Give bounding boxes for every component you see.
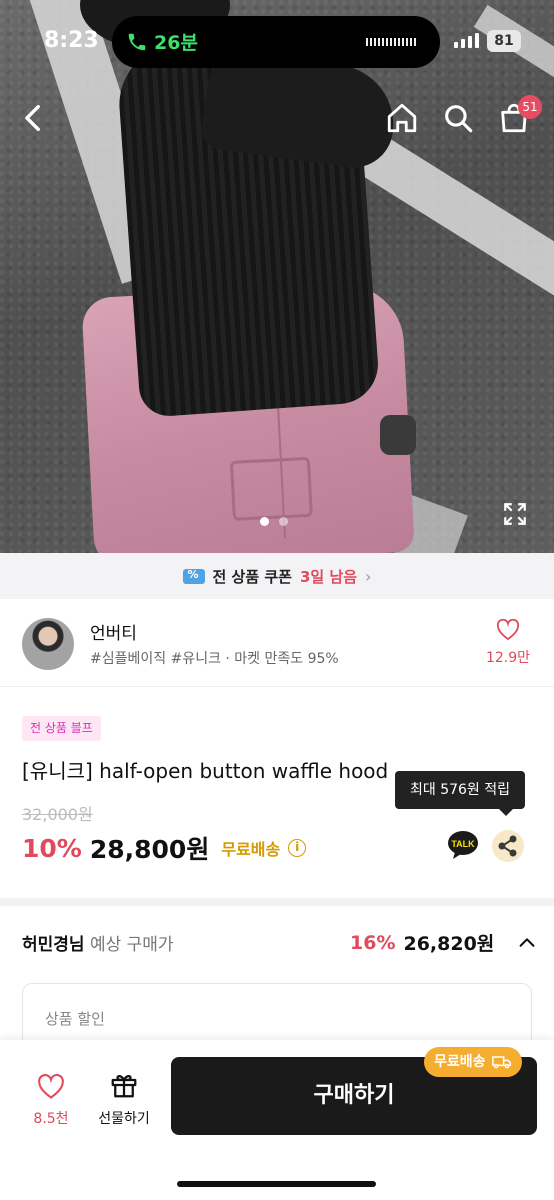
- truck-icon: [491, 1056, 511, 1069]
- gift-icon: [111, 1074, 137, 1098]
- user-name: 허민경님: [22, 935, 85, 955]
- reward-tooltip: 최대 576원 적립: [395, 771, 525, 816]
- audio-wave-icon: [366, 38, 418, 46]
- home-button[interactable]: [380, 96, 424, 140]
- like-button[interactable]: 8.5천: [22, 1073, 80, 1128]
- free-shipping-tag: 무료배송: [424, 1047, 522, 1077]
- call-indicator: 26분: [126, 28, 198, 55]
- store-like-count: 12.9만: [485, 650, 531, 666]
- seller-tags: #심플베이직 #유니크 · 마켓 만족도 95%: [90, 651, 339, 667]
- seller-avatar[interactable]: [22, 618, 74, 670]
- kakao-talk-share-button[interactable]: TALK: [447, 830, 479, 860]
- chevron-up-icon[interactable]: [516, 932, 538, 954]
- status-bar: 8:23 26분 81: [0, 0, 554, 84]
- heart-icon: [496, 618, 520, 641]
- search-icon: [445, 105, 473, 133]
- price-row: 10% 28,800원 무료배송 i: [22, 830, 307, 866]
- seller-section[interactable]: 언버티 #심플베이직 #유니크 · 마켓 만족도 95% 12.9만: [0, 599, 554, 687]
- info-icon[interactable]: i: [288, 839, 307, 857]
- carousel-dot-active: [260, 517, 269, 526]
- store-like-button[interactable]: 12.9만: [478, 618, 538, 667]
- chevron-left-icon: [25, 104, 40, 132]
- product-discount-label: 상품 할인: [45, 1010, 105, 1028]
- dynamic-island[interactable]: 26분: [112, 16, 440, 68]
- gift-button[interactable]: 선물하기: [88, 1070, 160, 1128]
- back-button[interactable]: [12, 96, 56, 140]
- product-title: [유니크] half-open button waffle hood: [22, 759, 389, 783]
- talk-label: TALK: [451, 839, 475, 849]
- free-shipping-tag-label: 무료배송: [434, 1054, 486, 1070]
- coupon-icon: [182, 568, 205, 584]
- expected-price[interactable]: 16% 26,820원: [350, 929, 538, 956]
- phone-icon: [128, 33, 146, 50]
- section-divider: [0, 898, 554, 906]
- promo-badge: 전 상품 블프: [22, 716, 101, 741]
- bottom-action-bar: 8.5천 선물하기 구매하기 무료배송: [0, 1040, 554, 1200]
- gift-label: 선물하기: [98, 1111, 150, 1127]
- home-indicator: [177, 1181, 376, 1187]
- original-price: 32,000원: [22, 805, 93, 824]
- home-icon: [387, 103, 417, 133]
- share-button[interactable]: [492, 830, 524, 862]
- expected-discount: 16%: [350, 931, 396, 954]
- expand-icon[interactable]: [502, 501, 528, 527]
- carousel-indicator: [260, 517, 288, 526]
- call-duration: 26분: [154, 32, 198, 54]
- chevron-right-icon: ›: [365, 566, 372, 586]
- free-shipping-label: 무료배송: [221, 840, 281, 859]
- heart-icon: [38, 1073, 64, 1099]
- discount-rate: 10%: [22, 833, 82, 863]
- share-icon: [498, 835, 517, 857]
- expected-price-caption: 예상 구매가: [89, 935, 174, 955]
- cart-count-badge: 51: [518, 95, 542, 119]
- expected-price-value: 26,820원: [403, 933, 495, 955]
- carousel-dot[interactable]: [279, 517, 288, 526]
- sale-price: 28,800원: [89, 835, 210, 864]
- signal-icon: [454, 33, 479, 48]
- like-count: 8.5천: [33, 1111, 69, 1127]
- battery-icon: 81: [487, 30, 521, 52]
- status-time: 8:23: [44, 28, 99, 53]
- coupon-text: 전 상품 쿠폰: [212, 567, 292, 586]
- seller-name[interactable]: 언버티: [90, 619, 137, 644]
- expected-price-label: 허민경님 예상 구매가: [22, 930, 174, 955]
- coupon-banner[interactable]: 전 상품 쿠폰 3일 남음 ›: [0, 553, 554, 599]
- search-button[interactable]: [436, 96, 480, 140]
- coupon-remaining: 3일 남음: [299, 567, 358, 586]
